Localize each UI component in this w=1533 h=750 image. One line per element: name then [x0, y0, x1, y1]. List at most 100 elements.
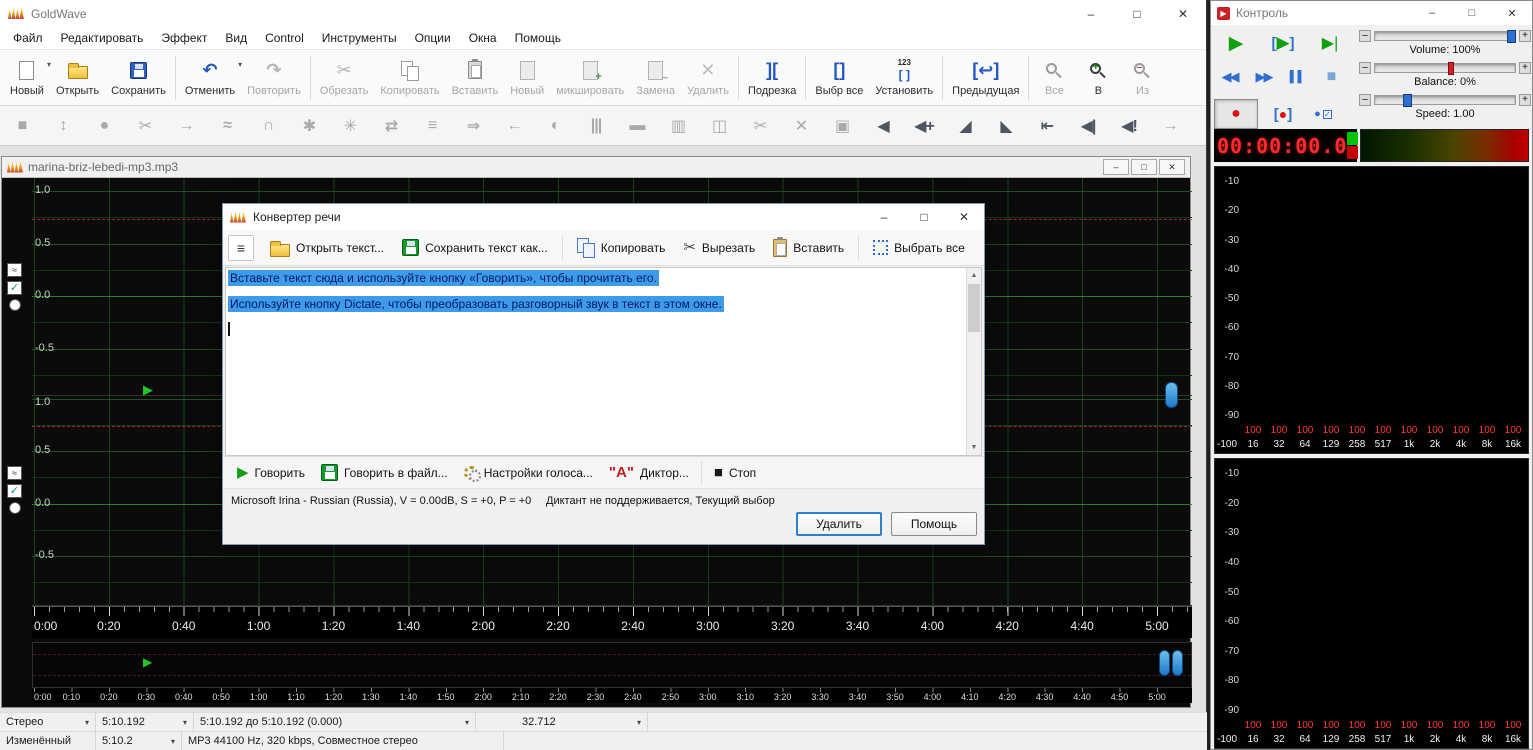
play-button[interactable]: ▶: [1214, 28, 1258, 58]
effect-ramp-down-icon[interactable]: ◣: [994, 116, 1018, 136]
overview-selection-start-handle[interactable]: [1159, 650, 1170, 676]
delete-button[interactable]: Удалить: [796, 512, 882, 536]
status-cell[interactable]: 5:10.192 ▾: [96, 713, 194, 731]
overview-selection-end-handle[interactable]: [1172, 650, 1183, 676]
channel1-radio[interactable]: [8, 299, 21, 311]
toolbar-select-all-button[interactable]: [] Выбр все: [809, 52, 869, 104]
playhead-marker[interactable]: ▶: [143, 383, 153, 396]
toolbar-cut-button[interactable]: ✂ Обрезать: [314, 52, 375, 104]
volume-decrease-button[interactable]: –: [1359, 30, 1371, 42]
balance-slider-handle[interactable]: [1447, 62, 1454, 75]
action-voice-settings-button[interactable]: Настройки голоса...: [456, 462, 601, 484]
scroll-thumb[interactable]: [968, 284, 980, 332]
toolbar-replace-button[interactable]: Замена: [630, 52, 681, 104]
balance-slider[interactable]: [1374, 62, 1516, 75]
effect-speaker-bar-icon[interactable]: ◀|: [1076, 116, 1100, 136]
status-cell[interactable]: MP3 44100 Hz, 320 kbps, Совместное стере…: [182, 732, 504, 750]
toolbar-zoom-out-button[interactable]: Из: [1120, 52, 1164, 104]
toolbar-mix-button[interactable]: микшировать: [550, 52, 630, 104]
speed-slider[interactable]: [1374, 94, 1516, 107]
speech-text-area[interactable]: Вставьте текст сюда и используйте кнопку…: [225, 267, 982, 456]
action-speak-to-file-button[interactable]: Говорить в файл...: [313, 460, 456, 485]
effect-cut-x-icon[interactable]: ✂: [133, 116, 157, 136]
audio-minimize-button[interactable]: –: [1103, 159, 1129, 175]
toolbar-set-selection-button[interactable]: Установить: [869, 52, 939, 104]
effect-eq-list-icon[interactable]: ≡: [420, 117, 444, 135]
menu-item-4[interactable]: Control: [256, 28, 313, 48]
status-dropdown-icon[interactable]: ▾: [79, 718, 89, 727]
effect-circle-icon[interactable]: ●: [92, 117, 116, 135]
effect-arch-icon[interactable]: ∩: [256, 117, 280, 135]
status-dropdown-icon[interactable]: ▾: [177, 718, 187, 727]
toolbar-paste-new-button[interactable]: Новый: [504, 52, 550, 104]
record-button[interactable]: ●: [1214, 99, 1258, 129]
speed-decrease-button[interactable]: –: [1359, 94, 1371, 106]
stop-button[interactable]: ■: [1316, 64, 1347, 90]
channel2-checkbox[interactable]: ✓: [7, 484, 22, 498]
effect-sliders-icon[interactable]: |||: [584, 117, 608, 135]
volume-slider-handle[interactable]: [1507, 30, 1516, 43]
dialog-open-text-button[interactable]: Открыть текст...: [262, 235, 392, 261]
selection-handle[interactable]: [1165, 382, 1178, 408]
play-selection-button[interactable]: [ ▶ ]: [1261, 28, 1305, 58]
speed-slider-handle[interactable]: [1403, 94, 1412, 107]
close-button[interactable]: ✕: [1160, 0, 1206, 27]
effect-speaker-alert-icon[interactable]: ◀!: [1117, 116, 1141, 136]
status-cell[interactable]: Стерео ▾: [0, 713, 96, 731]
time-ruler[interactable]: 0:00 0:20 0:40 1:00 1:20 1:40 2:00 2:20 2:40 3:00…: [32, 606, 1192, 638]
dialog-save-text-as-button[interactable]: Сохранить текст как...: [394, 235, 556, 260]
help-button[interactable]: Помощь: [891, 512, 977, 536]
toolbar-redo-button[interactable]: ↷ Повторить: [241, 52, 307, 104]
effect-exchange-icon[interactable]: ⇄: [379, 116, 403, 136]
minimize-button[interactable]: –: [1068, 0, 1114, 27]
action-narrator-button[interactable]: "А" Диктор...: [601, 458, 697, 488]
status-dropdown-icon[interactable]: ▾: [631, 718, 641, 727]
effect-square-icon[interactable]: ■: [10, 117, 34, 135]
maximize-button[interactable]: □: [1114, 0, 1160, 27]
menu-item-7[interactable]: Окна: [460, 28, 506, 48]
effect-cross-icon[interactable]: ✕: [789, 116, 813, 136]
menu-item-3[interactable]: Вид: [216, 28, 256, 48]
toolbar-trim-button[interactable]: ][Подрезка: [742, 52, 802, 104]
record-selection-button[interactable]: [ ● ]: [1261, 99, 1305, 129]
menu-item-6[interactable]: Опции: [406, 28, 460, 48]
effect-half-moon-icon[interactable]: ◐: [543, 117, 567, 135]
status-dropdown-icon[interactable]: ▾: [165, 737, 175, 746]
status-dropdown-icon[interactable]: ▾: [459, 718, 469, 727]
toolbar-zoom-all-button[interactable]: Все: [1032, 52, 1076, 104]
action-speak-button[interactable]: ▶ Говорить: [229, 458, 313, 488]
toolbar-paste-button[interactable]: Вставить: [446, 52, 505, 104]
dialog-maximize-button[interactable]: □: [904, 204, 944, 230]
toolbar-delete-button[interactable]: ✕ Удалить: [681, 52, 735, 104]
effect-flower-b-icon[interactable]: ✳: [338, 116, 362, 136]
pause-button[interactable]: ▌▌: [1282, 64, 1313, 90]
balance-right-button[interactable]: +: [1519, 62, 1531, 74]
effect-flower-a-icon[interactable]: ✱: [297, 116, 321, 136]
effect-final-arrow-icon[interactable]: →: [1158, 117, 1182, 135]
effect-disc-icon[interactable]: ▬: [625, 117, 649, 135]
effect-swap-updown-icon[interactable]: ↕: [51, 117, 75, 135]
dialog-select-all-button[interactable]: Выбрать все: [865, 236, 973, 259]
overview-playhead-marker[interactable]: ▶: [143, 656, 152, 669]
scroll-down-icon[interactable]: ▼: [967, 440, 981, 455]
menu-item-8[interactable]: Помощь: [506, 28, 570, 48]
record-monitor-button[interactable]: ● ✓: [1308, 99, 1338, 129]
balance-left-button[interactable]: –: [1359, 62, 1371, 74]
action-stop-button[interactable]: ■ Стоп: [706, 458, 764, 488]
channel2-radio[interactable]: [8, 502, 21, 514]
menu-item-0[interactable]: Файл: [4, 28, 52, 48]
toolbar-previous-button[interactable]: [↩] Предыдущая: [946, 52, 1025, 104]
status-cell[interactable]: 32.712 ▾: [516, 713, 648, 731]
control-maximize-button[interactable]: □: [1452, 1, 1492, 25]
play-to-end-button[interactable]: ▶|: [1308, 28, 1352, 58]
dialog-cut-button[interactable]: ✂ Вырезать: [675, 233, 763, 263]
effect-arrow-double-icon[interactable]: ⇒: [461, 116, 485, 136]
effect-window-split-icon[interactable]: ◫: [707, 116, 731, 136]
effect-arrow-left-icon[interactable]: ←: [502, 117, 526, 135]
effect-scissors-icon[interactable]: ✂: [748, 116, 772, 136]
effect-cart-icon[interactable]: ▣: [830, 116, 854, 136]
dialog-copy-button[interactable]: Копировать: [569, 234, 674, 261]
status-cell[interactable]: 5:10.192 до 5:10.192 (0.000) ▾: [194, 713, 476, 731]
menu-item-1[interactable]: Редактировать: [52, 28, 153, 48]
toolbar-save-button[interactable]: Сохранить: [105, 52, 172, 104]
